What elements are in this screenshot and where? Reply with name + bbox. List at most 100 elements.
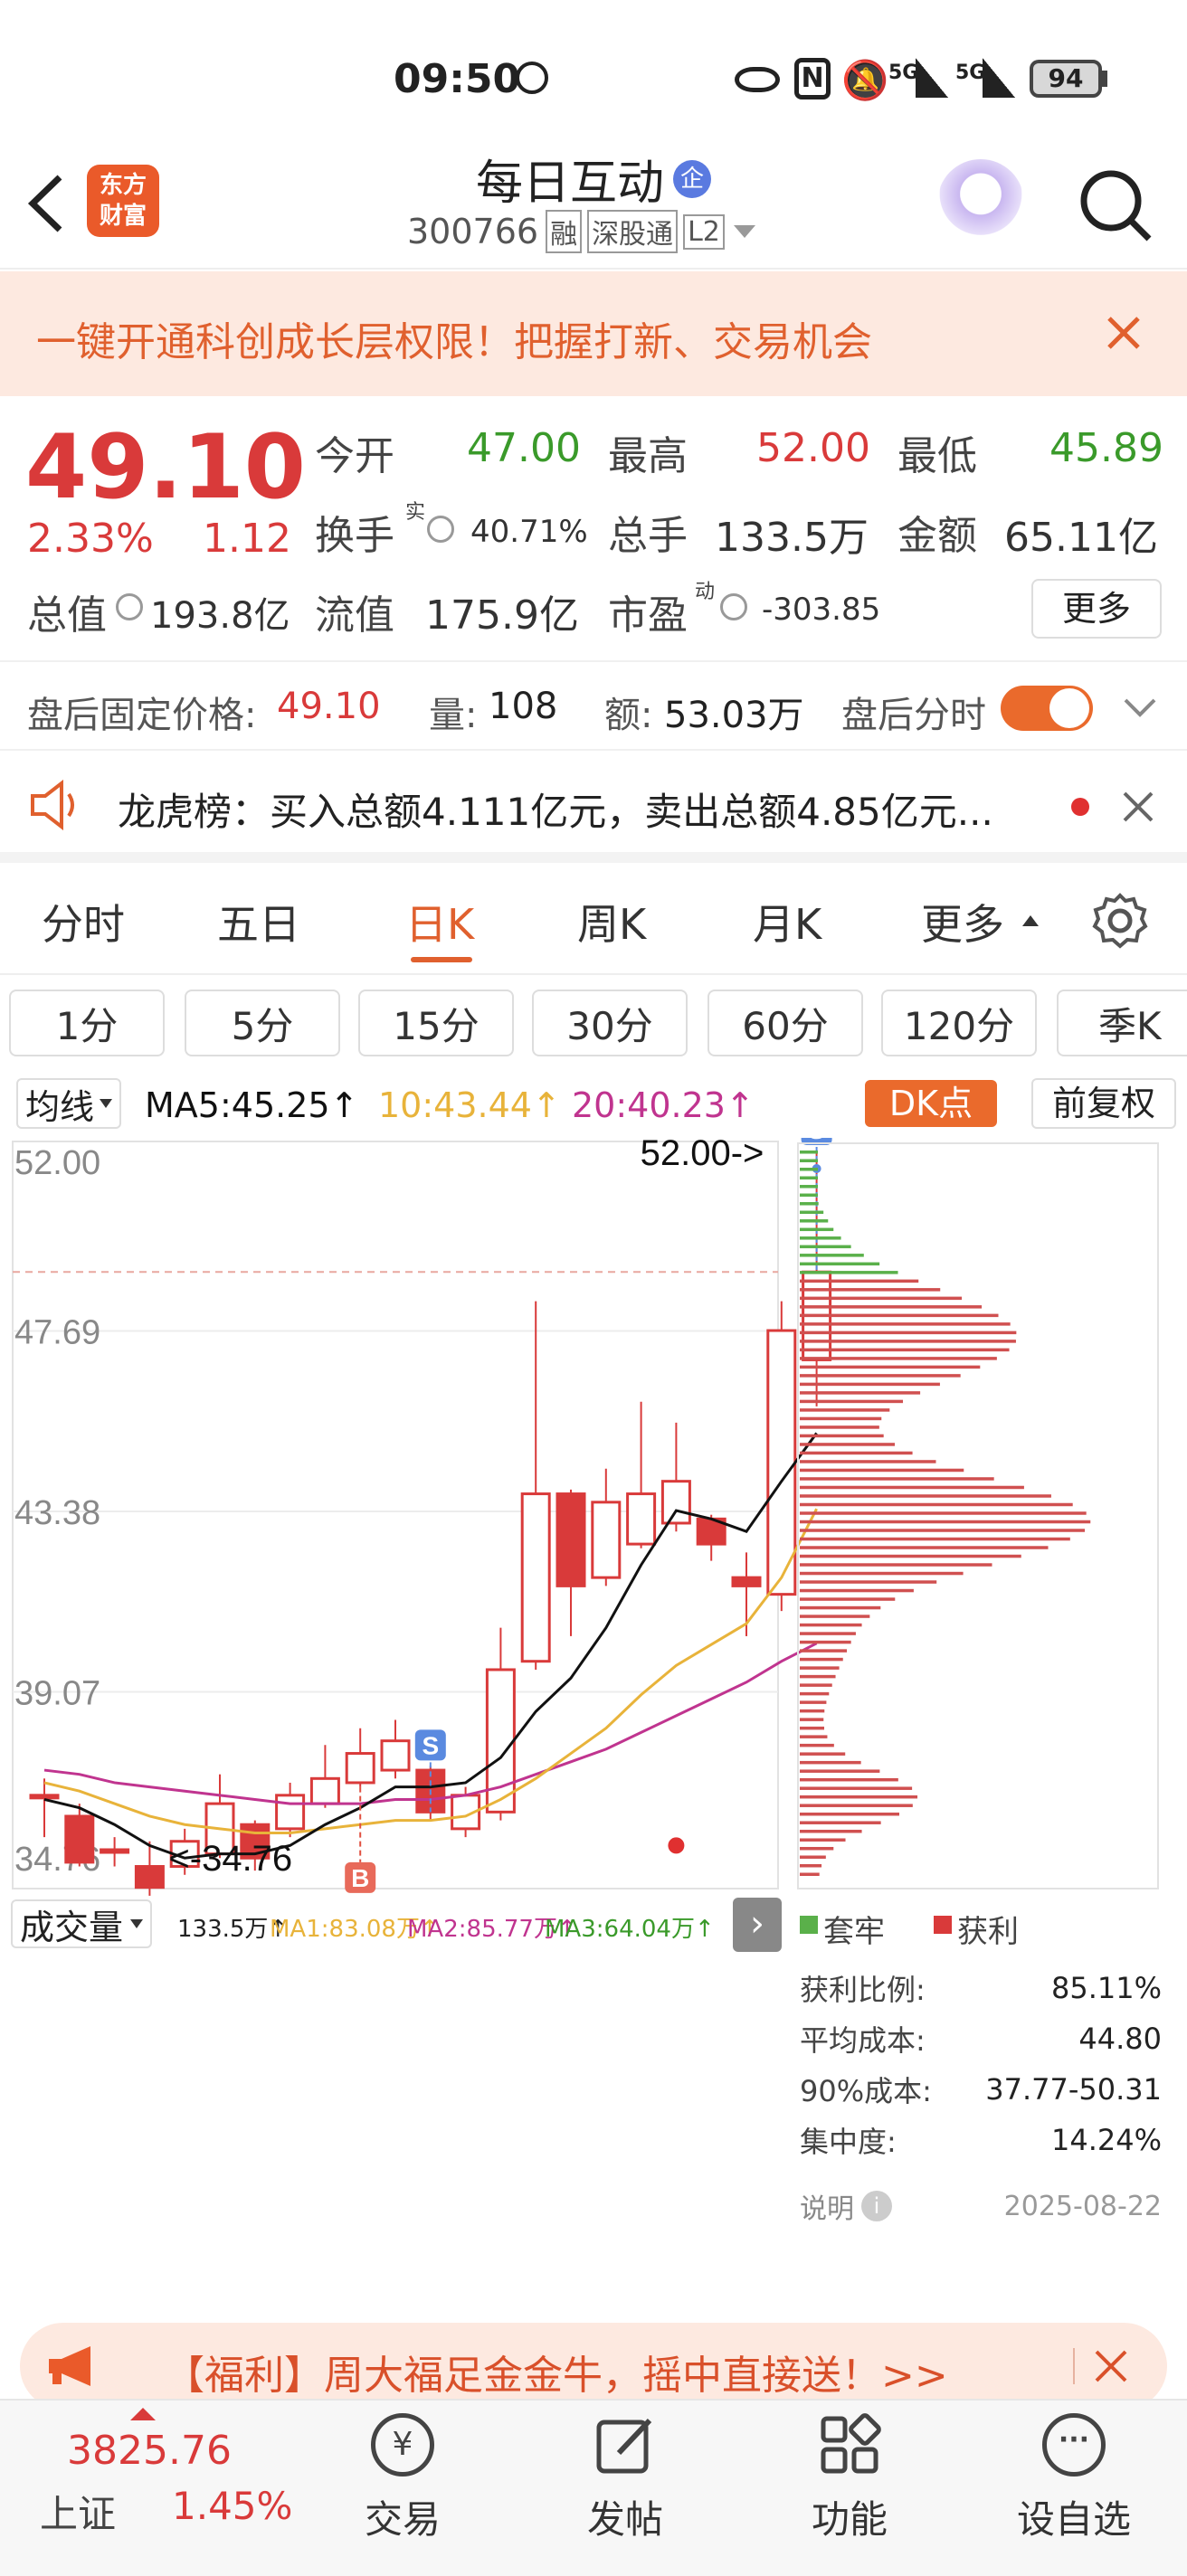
chip-bar <box>800 1588 914 1593</box>
candle-body <box>766 1329 797 1596</box>
signal-1-icon <box>916 58 948 98</box>
chip-bar <box>800 1502 1073 1507</box>
tab-monthly-k[interactable]: 月K <box>753 892 821 952</box>
tab-intraday[interactable]: 分时 <box>42 892 125 952</box>
promo-banner[interactable]: 一键开通科创成长层权限！把握打新、交易机会 <box>0 271 1187 396</box>
mute-icon: 🔕 <box>841 58 889 102</box>
chip-bar <box>800 1382 940 1387</box>
ma-legend: 均线 MA5:45.25↑ 10:43.44↑ 20:40.23↑ DK点 前复… <box>0 1075 1187 1138</box>
chip-bar <box>800 1468 964 1473</box>
promo-text: 一键开通科创成长层权限！把握打新、交易机会 <box>36 319 872 365</box>
edit-icon <box>596 2418 652 2474</box>
y-tick-label: 39.07 <box>14 1675 100 1713</box>
news-ticker[interactable]: 龙虎榜：买入总额4.111亿元，卖出总额4.85亿元... <box>0 756 1187 863</box>
candle-body <box>100 1848 130 1854</box>
period-120min[interactable]: 120分 <box>881 990 1037 1056</box>
chip-bar <box>800 1786 913 1790</box>
tab-more[interactable]: 更多 <box>921 892 1004 952</box>
profit-legend-swatch <box>934 1916 952 1934</box>
robot-avatar-icon[interactable] <box>937 159 1024 246</box>
chip-bar <box>800 1245 851 1249</box>
chip-bar <box>800 1571 964 1576</box>
period-15min[interactable]: 15分 <box>358 990 514 1056</box>
period-30min[interactable]: 30分 <box>532 990 688 1056</box>
lock-legend-label: 套牢 <box>823 1914 885 1950</box>
volume-select[interactable]: 成交量 <box>11 1899 153 1948</box>
chip-bar <box>800 1623 862 1627</box>
chevron-down-icon[interactable] <box>1122 696 1158 718</box>
close-icon[interactable] <box>1122 791 1154 823</box>
chip-bar <box>800 1219 829 1223</box>
search-icon[interactable] <box>1077 166 1153 242</box>
hand-icon <box>516 62 548 94</box>
low-label: 最低 <box>897 433 977 479</box>
chip-val: 85.11% <box>1050 1971 1162 2005</box>
chip-bar <box>800 1683 832 1687</box>
chip-key: 90%成本: <box>800 2074 932 2108</box>
tab-weekly-k[interactable]: 周K <box>577 892 646 952</box>
period-5min[interactable]: 5分 <box>185 990 340 1056</box>
chip-bar <box>800 1855 826 1859</box>
candle-body <box>485 1668 516 1814</box>
chip-bar <box>800 1709 825 1713</box>
enterprise-badge: 企 <box>673 159 711 198</box>
code-row[interactable]: 300766 融 深股通 L2 <box>407 210 755 253</box>
lock-legend-swatch <box>800 1916 818 1934</box>
chip-bar <box>800 1795 918 1799</box>
after-amt-label: 额: <box>604 695 653 736</box>
nfc-icon: N <box>794 58 831 99</box>
high-label: 最高 <box>608 433 688 479</box>
more-button[interactable]: 更多 <box>1031 579 1162 639</box>
chip-bar <box>800 1777 898 1782</box>
candle-body <box>29 1794 60 1800</box>
y-tick-label: 52.00 <box>14 1144 100 1182</box>
tab-daily-k[interactable]: 日K <box>405 892 474 952</box>
chip-note[interactable]: 说明 i <box>800 2186 892 2226</box>
nav-add-watchlist[interactable]: ··· 设自选 <box>1006 2413 1142 2558</box>
chip-bar <box>800 1348 1010 1352</box>
candle-body <box>660 1480 691 1525</box>
news-text: 龙虎榜：买入总额4.111亿元，卖出总额4.85亿元... <box>118 790 993 834</box>
chip-bar <box>800 1313 999 1318</box>
chip-bar <box>800 1563 992 1567</box>
info-dots-icon <box>116 593 143 620</box>
index-value[interactable]: 3825.76 <box>67 2428 232 2474</box>
chip-bar <box>800 1236 841 1240</box>
nav-trade[interactable]: ¥ 交易 <box>344 2413 461 2558</box>
candlestick-chart[interactable]: 52.0047.6943.3839.0734.7652.00-><-34.76S… <box>0 1138 1187 1898</box>
close-icon[interactable] <box>1093 2348 1129 2384</box>
dropdown-triangle-icon <box>733 225 755 238</box>
pe-sup: 动 <box>695 581 716 603</box>
ma20-value: 20:40.23↑ <box>572 1085 755 1125</box>
high-value: 52.00 <box>756 425 870 471</box>
ad-banner[interactable]: 【福利】周大福足金金牛，摇中直接送！>> <box>20 2323 1167 2410</box>
index-name: 上证 <box>40 2492 117 2536</box>
period-1min[interactable]: 1分 <box>9 990 165 1056</box>
low-value: 45.89 <box>1049 425 1163 471</box>
gear-icon[interactable] <box>1091 892 1149 950</box>
close-icon[interactable] <box>1106 315 1142 351</box>
indicator-select[interactable]: 均线 <box>16 1078 122 1129</box>
chip-bar <box>800 1597 896 1601</box>
abs-change: 1.12 <box>203 516 291 562</box>
after-hours-toggle[interactable] <box>1001 686 1093 731</box>
ma10-value: 10:43.44↑ <box>378 1085 561 1125</box>
total-value-label: 总值 <box>27 592 107 639</box>
dk-button[interactable]: DK点 <box>865 1080 997 1127</box>
chip-bar <box>800 1296 963 1301</box>
amount-label: 金额 <box>897 513 977 559</box>
nav-function[interactable]: 功能 <box>791 2413 908 2558</box>
chip-bar <box>800 1227 834 1232</box>
period-60min[interactable]: 60分 <box>707 990 863 1056</box>
volume-label: 总手 <box>608 513 688 559</box>
tab-five-day[interactable]: 五日 <box>217 892 300 952</box>
adjust-button[interactable]: 前复权 <box>1031 1078 1176 1129</box>
expand-arrow-icon[interactable]: › <box>733 1898 782 1952</box>
nav-post[interactable]: 发帖 <box>566 2413 684 2558</box>
candle-body <box>309 1776 340 1805</box>
chip-row: 平均成本: 44.80 <box>800 2013 1162 2064</box>
grid-icon <box>821 2413 881 2474</box>
ad-text: 【福利】周大福足金金牛，摇中直接送！>> <box>165 2353 948 2399</box>
megaphone-icon <box>49 2346 90 2386</box>
period-quarter[interactable]: 季K <box>1057 990 1187 1056</box>
